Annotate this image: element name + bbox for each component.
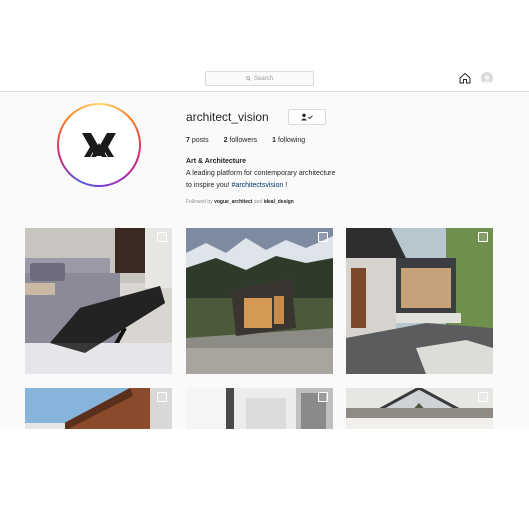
post-tile[interactable]	[186, 228, 333, 374]
stat-followers[interactable]: 2 followers	[224, 137, 257, 144]
post-image-cabin	[186, 228, 333, 374]
bio-line-2: to inspire you! #architectsvision !	[186, 182, 288, 189]
post-image-bedroom	[25, 228, 172, 374]
following-dropdown-button[interactable]	[288, 109, 326, 125]
profile-picture[interactable]	[57, 103, 141, 187]
bio-full-name: Art & Architecture	[186, 158, 247, 165]
search-icon	[246, 76, 251, 81]
stat-posts: 7 posts	[186, 137, 209, 144]
multiple-photos-icon	[318, 232, 328, 242]
post-tile[interactable]	[186, 388, 333, 429]
post-tile[interactable]	[346, 228, 493, 374]
multiple-photos-icon	[157, 392, 167, 402]
post-tile[interactable]	[346, 388, 493, 429]
logo-icon	[82, 133, 116, 157]
stat-following[interactable]: 1 following	[272, 137, 305, 144]
multiple-photos-icon	[318, 392, 328, 402]
profile-stats: 7 posts 2 followers 1 following	[186, 137, 305, 144]
search-placeholder: Search	[253, 75, 273, 82]
post-tile[interactable]	[25, 388, 172, 429]
profile-avatar-icon[interactable]	[481, 72, 493, 84]
bio-line-1: A leading platform for contemporary arch…	[186, 170, 336, 177]
search-input[interactable]: Search	[205, 71, 314, 86]
bio-hashtag-link[interactable]: #architectsvision	[232, 182, 284, 189]
multiple-photos-icon	[157, 232, 167, 242]
post-image-wood-facade	[25, 388, 172, 429]
post-tile[interactable]	[25, 228, 172, 374]
followed-by-user-2[interactable]: ideal_design	[264, 199, 294, 205]
followed-by-text: Followed by vogue_architect and ideal_de…	[186, 199, 294, 205]
top-navigation-bar: Search	[0, 60, 529, 92]
post-image-white-corridor	[186, 388, 333, 429]
person-check-icon	[301, 113, 313, 121]
multiple-photos-icon	[478, 232, 488, 242]
home-icon[interactable]	[459, 72, 471, 84]
post-image-modern-house	[346, 228, 493, 374]
profile-username: architect_vision	[186, 110, 269, 124]
profile-page: architect_vision 7 posts 2 followers 1 f…	[0, 92, 529, 429]
post-image-a-frame	[346, 388, 493, 429]
followed-by-user-1[interactable]: vogue_architect	[214, 199, 252, 205]
multiple-photos-icon	[478, 392, 488, 402]
